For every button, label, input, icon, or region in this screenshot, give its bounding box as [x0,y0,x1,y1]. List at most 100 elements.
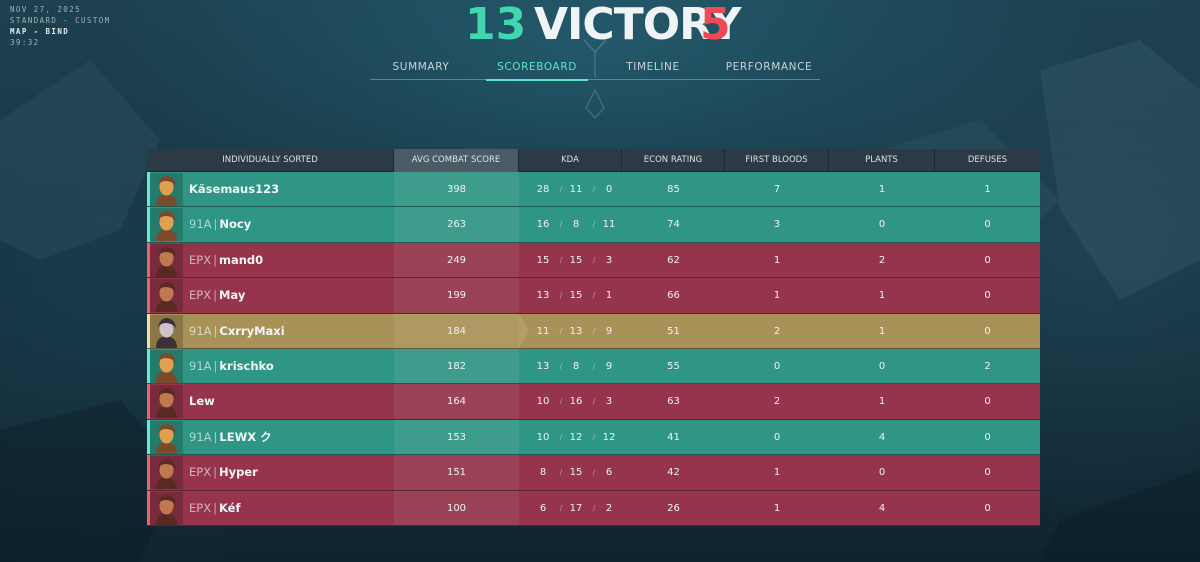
tab-scoreboard[interactable]: SCOREBOARD [486,58,588,81]
table-row[interactable]: EPX | Hyper 151 8 / 15 / 6 42 1 0 0 [147,455,1040,491]
table-row[interactable]: EPX | Kéf 100 6 / 17 / 2 26 1 4 0 [147,490,1040,526]
table-row[interactable]: 91A | Nocy 263 16 / 8 / 11 74 3 0 0 [147,207,1040,243]
agent-portrait-icon [150,279,183,313]
assists-value: 3 [605,254,613,266]
acs-value: 164 [446,396,467,408]
scoreboard-table: INDIVIDUALLY SORTED AVG COMBAT SCORE KDA… [147,149,1040,526]
table-body: Käsemaus123 398 28 / 11 / 0 85 7 1 1 91A… [147,172,1040,526]
tab-bar: SUMMARY SCOREBOARD TIMELINE PERFORMANCE [370,58,820,81]
player-name[interactable]: EPX | Kéf [189,491,240,525]
team-tag: EPX [189,252,212,267]
deaths-value: 17 [569,502,583,514]
player-name[interactable]: EPX | Hyper [189,455,258,489]
kda-value: 13 / 8 / 9 [519,349,622,383]
player-name-text: CxrryMaxi [219,323,285,338]
econ-value: 55 [667,360,680,372]
acs-value: 398 [446,184,467,195]
header-acs[interactable]: AVG COMBAT SCORE [394,149,519,172]
kills-value: 13 [536,290,550,302]
kda-value: 28 / 11 / 0 [519,172,622,206]
table-row[interactable]: Käsemaus123 398 28 / 11 / 0 85 7 1 1 [147,172,1040,208]
kills-value: 6 [539,502,547,514]
econ-value: 62 [667,254,680,266]
kda-value: 10 / 16 / 3 [519,384,622,418]
agent-portrait-icon [150,456,183,490]
plants-value: 1 [878,396,886,408]
player-name-text: LEWX ク [219,429,272,444]
header-plants[interactable]: PLANTS [829,149,935,172]
agent-portrait-icon [150,243,183,277]
player-name-text: Kéf [218,500,241,515]
assists-value: 6 [605,467,613,479]
defuses-value: 0 [984,325,991,337]
deaths-value: 15 [569,290,583,302]
first-bloods-value: 0 [773,431,781,443]
tab-performance[interactable]: PERFORMANCE [714,58,824,80]
header-defuses[interactable]: DEFUSES [935,149,1040,172]
table-row[interactable]: 91A | LEWX ク 153 10 / 12 / 12 41 0 4 0 [147,419,1040,456]
player-name[interactable]: EPX | mand0 [189,243,263,277]
player-name[interactable]: Käsemaus123 [189,172,279,206]
team-tag: 91A [189,429,212,444]
defuses-value: 0 [984,396,991,408]
table-row[interactable]: EPX | May 199 13 / 15 / 1 66 1 1 0 [147,278,1040,314]
match-date: NOV 27, 2025 [10,5,81,14]
table-row[interactable]: 91A | krischko 182 13 / 8 / 9 55 0 0 2 [147,348,1040,385]
econ-value: 74 [667,219,680,231]
header-first-bloods[interactable]: FIRST BLOODS [725,149,829,172]
player-name-text: Lew [189,394,215,409]
deaths-value: 8 [572,219,580,231]
match-mode: STANDARD - CUSTOM [10,16,111,25]
plants-value: 1 [878,184,886,195]
assists-value: 9 [605,325,613,337]
player-name[interactable]: Lew [189,384,215,418]
acs-value: 153 [446,431,467,443]
kills-value: 16 [536,219,550,231]
self-marker [519,313,529,348]
defuses-value: 0 [984,290,991,302]
agent-portrait-icon [150,208,183,242]
player-name[interactable]: 91A | LEWX ク [189,420,272,454]
player-name-text: May [218,288,246,303]
defuses-value: 0 [984,254,991,266]
plants-value: 1 [878,325,886,337]
player-name[interactable]: 91A | CxrryMaxi [189,314,285,348]
player-name[interactable]: EPX | May [189,278,245,312]
match-map: MAP - BIND [10,27,70,36]
header-kda[interactable]: KDA [519,149,622,172]
header-econ[interactable]: ECON RATING [622,149,725,172]
table-row[interactable]: Lew 164 10 / 16 / 3 63 2 1 0 [147,384,1040,420]
plants-value: 0 [878,360,886,372]
first-bloods-value: 1 [773,502,781,514]
plants-value: 4 [878,431,886,443]
match-meta: NOV 27, 2025 STANDARD - CUSTOM MAP - BIN… [10,4,111,48]
player-name[interactable]: 91A | krischko [189,349,274,383]
kda-value: 11 / 13 / 9 [519,314,622,348]
assists-value: 1 [605,290,613,302]
defuses-value: 0 [984,467,991,479]
tab-timeline[interactable]: TIMELINE [602,58,704,80]
first-bloods-value: 2 [773,396,781,408]
agent-portrait-icon [150,491,183,525]
econ-value: 66 [667,290,680,302]
first-bloods-value: 2 [773,325,781,337]
team-tag: EPX [189,500,212,515]
assists-value: 0 [605,184,613,195]
econ-value: 42 [667,467,680,479]
table-row[interactable]: EPX | mand0 249 15 / 15 / 3 62 1 2 0 [147,242,1040,279]
acs-value: 184 [446,325,467,337]
table-row[interactable]: 91A | CxrryMaxi 184 11 / 13 / 9 51 2 1 0 [147,313,1040,349]
kda-value: 10 / 12 / 12 [519,420,622,454]
defuses-value: 0 [984,219,991,231]
acs-value: 199 [446,290,467,302]
acs-value: 263 [446,219,467,231]
player-name[interactable]: 91A | Nocy [189,207,251,241]
tab-summary[interactable]: SUMMARY [370,58,472,80]
deaths-value: 13 [569,325,583,337]
header-player[interactable]: INDIVIDUALLY SORTED [147,149,394,172]
kda-value: 16 / 8 / 11 [519,207,622,241]
assists-value: 9 [605,360,613,372]
player-name-text: Käsemaus123 [189,182,280,196]
acs-value: 100 [446,502,467,514]
kills-value: 13 [536,360,550,372]
